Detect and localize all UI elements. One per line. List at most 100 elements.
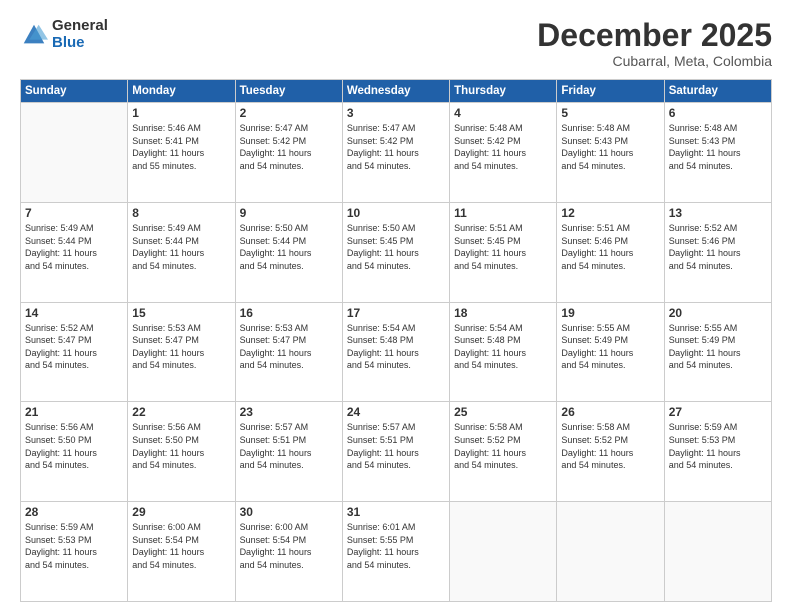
day-number: 2 xyxy=(240,106,338,120)
calendar-cell: 3Sunrise: 5:47 AM Sunset: 5:42 PM Daylig… xyxy=(342,103,449,203)
day-info: Sunrise: 5:48 AM Sunset: 5:42 PM Dayligh… xyxy=(454,122,552,172)
calendar-cell: 9 Sunrise: 5:50 AM Sunset: 5:44 PM Daylig… xyxy=(235,202,342,302)
day-info: Sunrise: 5:51 AM Sunset: 5:46 PM Dayligh… xyxy=(561,222,659,272)
day-info: Sunrise: 5:50 AM Sunset: 5:44 PM Dayligh… xyxy=(240,222,338,272)
day-info: Sunrise: 6:00 AM Sunset: 5:54 PM Dayligh… xyxy=(132,521,230,571)
calendar-cell: 23 Sunrise: 5:57 AM Sunset: 5:51 PM Dayli… xyxy=(235,402,342,502)
day-info: Sunrise: 5:53 AM Sunset: 5:47 PM Dayligh… xyxy=(132,322,230,372)
calendar-cell: 7 Sunrise: 5:49 AM Sunset: 5:44 PM Daylig… xyxy=(21,202,128,302)
page: General Blue December 2025 Cubarral, Met… xyxy=(0,0,792,612)
day-info: Sunrise: 5:58 AM Sunset: 5:52 PM Dayligh… xyxy=(561,421,659,471)
day-number: 6 xyxy=(669,106,767,120)
calendar-cell: 25 Sunrise: 5:58 AM Sunset: 5:52 PM Dayli… xyxy=(450,402,557,502)
calendar-cell: 6Sunrise: 5:48 AM Sunset: 5:43 PM Daylig… xyxy=(664,103,771,203)
calendar-week-row: 1 Sunrise: 5:46 AM Sunset: 5:41 PM Daylig… xyxy=(21,103,772,203)
day-info: Sunrise: 5:57 AM Sunset: 5:51 PM Dayligh… xyxy=(240,421,338,471)
day-info: Sunrise: 5:56 AM Sunset: 5:50 PM Dayligh… xyxy=(132,421,230,471)
calendar-cell: 31Sunrise: 6:01 AM Sunset: 5:55 PM Dayli… xyxy=(342,502,449,602)
calendar-cell: 18 Sunrise: 5:54 AM Sunset: 5:48 PM Dayli… xyxy=(450,302,557,402)
day-info: Sunrise: 5:55 AM Sunset: 5:49 PM Dayligh… xyxy=(669,322,767,372)
day-number: 4 xyxy=(454,106,552,120)
calendar-cell xyxy=(664,502,771,602)
title-block: December 2025 Cubarral, Meta, Colombia xyxy=(537,18,772,69)
day-info: Sunrise: 5:49 AM Sunset: 5:44 PM Dayligh… xyxy=(25,222,123,272)
calendar-header-thursday: Thursday xyxy=(450,80,557,103)
day-number: 22 xyxy=(132,405,230,419)
day-number: 9 xyxy=(240,206,338,220)
day-info: Sunrise: 5:55 AM Sunset: 5:49 PM Dayligh… xyxy=(561,322,659,372)
calendar-cell: 4 Sunrise: 5:48 AM Sunset: 5:42 PM Daylig… xyxy=(450,103,557,203)
logo-icon xyxy=(20,21,48,49)
day-number: 21 xyxy=(25,405,123,419)
day-number: 23 xyxy=(240,405,338,419)
day-number: 10 xyxy=(347,206,445,220)
calendar-cell xyxy=(557,502,664,602)
day-number: 1 xyxy=(132,106,230,120)
calendar-header-monday: Monday xyxy=(128,80,235,103)
day-number: 20 xyxy=(669,306,767,320)
day-number: 30 xyxy=(240,505,338,519)
calendar-cell: 12 Sunrise: 5:51 AM Sunset: 5:46 PM Dayli… xyxy=(557,202,664,302)
calendar-cell: 13 Sunrise: 5:52 AM Sunset: 5:46 PM Dayli… xyxy=(664,202,771,302)
day-info: Sunrise: 5:59 AM Sunset: 5:53 PM Dayligh… xyxy=(25,521,123,571)
day-number: 12 xyxy=(561,206,659,220)
day-number: 28 xyxy=(25,505,123,519)
calendar-header-saturday: Saturday xyxy=(664,80,771,103)
day-info: Sunrise: 5:59 AM Sunset: 5:53 PM Dayligh… xyxy=(669,421,767,471)
day-info: Sunrise: 5:53 AM Sunset: 5:47 PM Dayligh… xyxy=(240,322,338,372)
calendar-cell: 26 Sunrise: 5:58 AM Sunset: 5:52 PM Dayli… xyxy=(557,402,664,502)
day-info: Sunrise: 6:00 AM Sunset: 5:54 PM Dayligh… xyxy=(240,521,338,571)
calendar-header-wednesday: Wednesday xyxy=(342,80,449,103)
calendar-cell xyxy=(450,502,557,602)
day-number: 8 xyxy=(132,206,230,220)
day-info: Sunrise: 5:58 AM Sunset: 5:52 PM Dayligh… xyxy=(454,421,552,471)
day-info: Sunrise: 5:46 AM Sunset: 5:41 PM Dayligh… xyxy=(132,122,230,172)
day-info: Sunrise: 5:51 AM Sunset: 5:45 PM Dayligh… xyxy=(454,222,552,272)
day-number: 17 xyxy=(347,306,445,320)
day-number: 18 xyxy=(454,306,552,320)
calendar-week-row: 7 Sunrise: 5:49 AM Sunset: 5:44 PM Daylig… xyxy=(21,202,772,302)
day-number: 24 xyxy=(347,405,445,419)
day-number: 16 xyxy=(240,306,338,320)
calendar-cell: 17Sunrise: 5:54 AM Sunset: 5:48 PM Dayli… xyxy=(342,302,449,402)
day-info: Sunrise: 5:50 AM Sunset: 5:45 PM Dayligh… xyxy=(347,222,445,272)
calendar-cell: 2Sunrise: 5:47 AM Sunset: 5:42 PM Daylig… xyxy=(235,103,342,203)
calendar-cell: 24 Sunrise: 5:57 AM Sunset: 5:51 PM Dayli… xyxy=(342,402,449,502)
day-number: 25 xyxy=(454,405,552,419)
calendar-cell: 20 Sunrise: 5:55 AM Sunset: 5:49 PM Dayli… xyxy=(664,302,771,402)
calendar-header-row: SundayMondayTuesdayWednesdayThursdayFrid… xyxy=(21,80,772,103)
day-number: 27 xyxy=(669,405,767,419)
calendar-cell: 16 Sunrise: 5:53 AM Sunset: 5:47 PM Dayli… xyxy=(235,302,342,402)
day-number: 7 xyxy=(25,206,123,220)
calendar-cell: 14 Sunrise: 5:52 AM Sunset: 5:47 PM Dayli… xyxy=(21,302,128,402)
calendar-cell: 10 Sunrise: 5:50 AM Sunset: 5:45 PM Dayli… xyxy=(342,202,449,302)
calendar-cell: 11Sunrise: 5:51 AM Sunset: 5:45 PM Dayli… xyxy=(450,202,557,302)
day-number: 26 xyxy=(561,405,659,419)
calendar-cell: 28 Sunrise: 5:59 AM Sunset: 5:53 PM Dayli… xyxy=(21,502,128,602)
day-info: Sunrise: 5:57 AM Sunset: 5:51 PM Dayligh… xyxy=(347,421,445,471)
calendar-header-tuesday: Tuesday xyxy=(235,80,342,103)
calendar-cell: 15 Sunrise: 5:53 AM Sunset: 5:47 PM Dayli… xyxy=(128,302,235,402)
calendar-cell: 19Sunrise: 5:55 AM Sunset: 5:49 PM Dayli… xyxy=(557,302,664,402)
day-info: Sunrise: 5:52 AM Sunset: 5:47 PM Dayligh… xyxy=(25,322,123,372)
calendar-cell: 8Sunrise: 5:49 AM Sunset: 5:44 PM Daylig… xyxy=(128,202,235,302)
calendar-week-row: 21 Sunrise: 5:56 AM Sunset: 5:50 PM Dayli… xyxy=(21,402,772,502)
day-info: Sunrise: 5:54 AM Sunset: 5:48 PM Dayligh… xyxy=(454,322,552,372)
calendar-cell: 1 Sunrise: 5:46 AM Sunset: 5:41 PM Daylig… xyxy=(128,103,235,203)
logo: General Blue xyxy=(20,18,108,51)
calendar-cell xyxy=(21,103,128,203)
logo-text: General Blue xyxy=(52,18,108,51)
day-number: 15 xyxy=(132,306,230,320)
logo-blue: Blue xyxy=(52,35,108,52)
day-number: 13 xyxy=(669,206,767,220)
logo-general: General xyxy=(52,18,108,35)
day-info: Sunrise: 5:52 AM Sunset: 5:46 PM Dayligh… xyxy=(669,222,767,272)
day-number: 3 xyxy=(347,106,445,120)
calendar-week-row: 14 Sunrise: 5:52 AM Sunset: 5:47 PM Dayli… xyxy=(21,302,772,402)
calendar-header-friday: Friday xyxy=(557,80,664,103)
day-number: 31 xyxy=(347,505,445,519)
day-number: 14 xyxy=(25,306,123,320)
calendar-cell: 5Sunrise: 5:48 AM Sunset: 5:43 PM Daylig… xyxy=(557,103,664,203)
day-info: Sunrise: 5:48 AM Sunset: 5:43 PM Dayligh… xyxy=(561,122,659,172)
calendar-cell: 21Sunrise: 5:56 AM Sunset: 5:50 PM Dayli… xyxy=(21,402,128,502)
